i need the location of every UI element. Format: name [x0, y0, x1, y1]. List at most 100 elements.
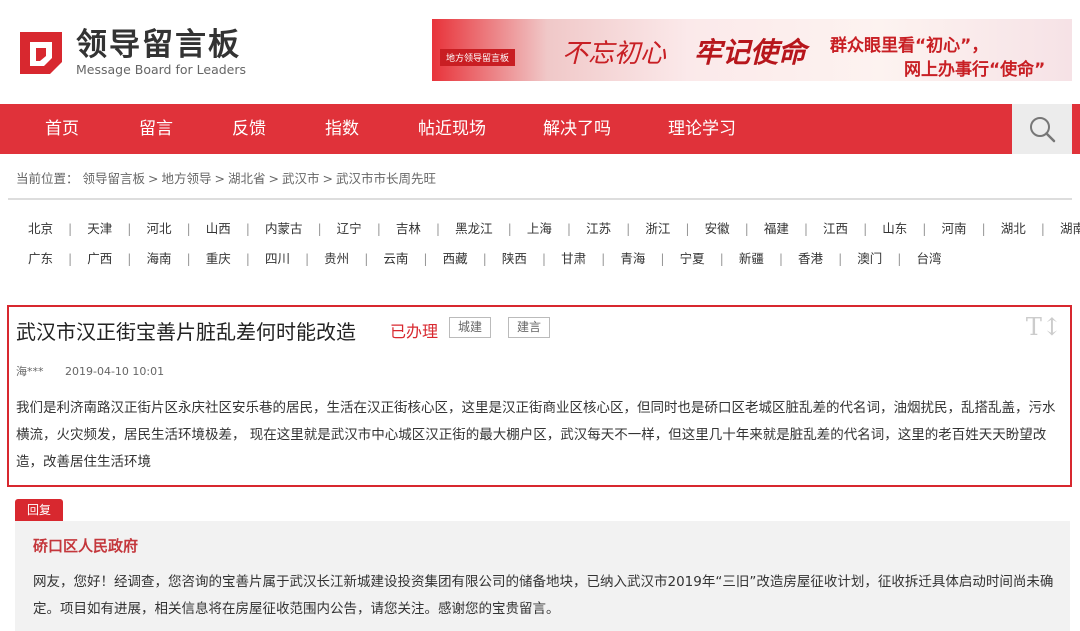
banner-badge: 地方领导留言板: [440, 49, 516, 66]
region-separator: |: [127, 251, 132, 266]
message-author: 海***: [16, 365, 44, 378]
site-logo[interactable]: 领导留言板 Message Board for Leaders: [16, 28, 246, 78]
banner-slogan-b: 牢记使命: [694, 36, 807, 69]
region-link[interactable]: 云南: [383, 248, 408, 270]
nav-item-feedback[interactable]: 反馈: [232, 104, 266, 154]
region-separator: |: [186, 221, 191, 236]
region-separator: |: [897, 251, 902, 266]
nav-item-onsite[interactable]: 帖近现场: [418, 104, 486, 154]
region-link[interactable]: 吉林: [396, 218, 421, 240]
region-separator: |: [626, 221, 631, 236]
breadcrumb-link[interactable]: 领导留言板: [83, 171, 146, 186]
message-title: 武汉市汉正街宝善片脏乱差何时能改造: [16, 320, 356, 344]
nav-item-theory[interactable]: 理论学习: [668, 104, 736, 154]
region-link[interactable]: 青海: [620, 248, 645, 270]
tag-urban-construction[interactable]: 城建: [449, 317, 492, 338]
region-row: 广东 | 广西 | 海南 | 重庆 | 四川 | 贵州 | 云南 | 西藏 | 陕西 | 甘肃 | 青海 | 宁夏 | 新疆 | 香…: [28, 248, 1078, 278]
tag-suggestion[interactable]: 建言: [508, 317, 551, 338]
region-separator: |: [778, 251, 784, 266]
region-separator: |: [685, 221, 690, 236]
region-separator: |: [601, 251, 606, 266]
region-separator: |: [435, 221, 441, 236]
region-separator: |: [660, 251, 665, 266]
region-link[interactable]: 北京: [28, 218, 53, 240]
region-link[interactable]: 陕西: [502, 248, 527, 270]
region-link[interactable]: 西藏: [443, 248, 468, 270]
region-link[interactable]: 福建: [764, 218, 789, 240]
region-link[interactable]: 上海: [527, 218, 552, 240]
region-link[interactable]: 广东: [28, 248, 53, 270]
region-link[interactable]: 新疆: [739, 248, 764, 270]
region-link[interactable]: 安徽: [705, 218, 730, 240]
breadcrumb-link[interactable]: 地方领导: [162, 171, 212, 186]
region-separator: |: [376, 221, 381, 236]
campaign-banner[interactable]: 地方领导留言板 不忘初心 牢记使命 群众眼里看“初心”， 网上办事行“使命”: [432, 19, 1072, 81]
font-size-toggle-icon[interactable]: T↕: [1026, 313, 1062, 341]
region-separator: |: [838, 251, 843, 266]
region-link[interactable]: 广西: [87, 248, 112, 270]
region-link[interactable]: 内蒙古: [265, 218, 303, 240]
region-separator: |: [922, 221, 927, 236]
banner-line-1: 群众眼里看“初心”，: [830, 36, 989, 56]
region-separator: |: [566, 221, 572, 236]
region-link[interactable]: 香港: [798, 248, 823, 270]
breadcrumb: 当前位置： 领导留言板 > 地方领导 > 湖北省 > 武汉市 > 武汉市市长周先旺: [16, 171, 437, 186]
region-link[interactable]: 山西: [206, 218, 231, 240]
region-link[interactable]: 江西: [823, 218, 848, 240]
region-separator: |: [863, 221, 868, 236]
region-separator: |: [364, 251, 369, 266]
region-link[interactable]: 河北: [146, 218, 171, 240]
region-separator: |: [803, 221, 809, 236]
nav-item-home[interactable]: 首页: [45, 104, 79, 154]
logo-mark-icon: [16, 28, 66, 78]
breadcrumb-current[interactable]: 武汉市市长周先旺: [336, 171, 436, 186]
breadcrumb-link[interactable]: 湖北省: [228, 171, 266, 186]
region-link[interactable]: 辽宁: [337, 218, 362, 240]
region-row: 北京 | 天津 | 河北 | 山西 | 内蒙古 | 辽宁 | 吉林 | 黑龙江 | 上海 | 江苏 | 浙江 | 安徽 | 福建…: [28, 218, 1080, 248]
region-separator: |: [981, 221, 986, 236]
message-card: 武汉市汉正街宝善片脏乱差何时能改造 已办理 城建 建言 T↕ 海*** 2019…: [7, 305, 1072, 487]
region-separator: |: [541, 251, 547, 266]
search-icon: [1030, 117, 1056, 143]
region-link[interactable]: 浙江: [645, 218, 670, 240]
region-separator: |: [317, 221, 322, 236]
region-link[interactable]: 海南: [146, 248, 171, 270]
message-body: 我们是利济南路汉正街片区永庆社区安乐巷的居民，生活在汉正街核心区，这里是汉正街商…: [16, 400, 1056, 470]
search-button[interactable]: [1012, 104, 1072, 154]
region-link[interactable]: 澳门: [857, 248, 882, 270]
region-link[interactable]: 江苏: [586, 218, 611, 240]
region-separator: |: [304, 251, 310, 266]
reply-box: 硚口区人民政府 网友，您好！经调查，您咨询的宝善片属于武汉长江新城建设投资集团有…: [15, 521, 1070, 631]
region-link[interactable]: 黑龙江: [455, 218, 493, 240]
nav-item-index[interactable]: 指数: [325, 104, 359, 154]
main-nav: 首页 留言 反馈 指数 帖近现场 解决了吗 理论学习: [0, 104, 1080, 154]
breadcrumb-link[interactable]: 武汉市: [282, 171, 320, 186]
region-link[interactable]: 甘肃: [561, 248, 586, 270]
region-separator: |: [719, 251, 724, 266]
nav-item-message[interactable]: 留言: [139, 104, 173, 154]
region-link[interactable]: 台湾: [917, 248, 942, 270]
reply-org: 硚口区人民政府: [33, 537, 139, 555]
region-separator: |: [423, 251, 428, 266]
region-separator: |: [245, 221, 250, 236]
region-link[interactable]: 河南: [942, 218, 967, 240]
region-link[interactable]: 湖北: [1001, 218, 1026, 240]
region-link[interactable]: 宁夏: [680, 248, 705, 270]
nav-item-resolved[interactable]: 解决了吗: [543, 104, 611, 154]
region-link[interactable]: 天津: [87, 218, 112, 240]
message-meta: 海*** 2019-04-10 10:01: [16, 363, 164, 379]
region-link[interactable]: 四川: [265, 248, 290, 270]
divider: [8, 198, 1072, 200]
region-list: 北京 | 天津 | 河北 | 山西 | 内蒙古 | 辽宁 | 吉林 | 黑龙江 | 上海 | 江苏 | 浙江 | 安徽 | 福建…: [28, 218, 1080, 278]
breadcrumb-prefix: 当前位置：: [16, 171, 79, 186]
region-separator: |: [744, 221, 749, 236]
reply-body: 网友，您好！经调查，您咨询的宝善片属于武汉长江新城建设投资集团有限公司的储备地块…: [33, 574, 1054, 617]
region-separator: |: [507, 221, 512, 236]
region-link[interactable]: 山东: [882, 218, 907, 240]
region-separator: |: [1040, 221, 1045, 236]
region-link[interactable]: 重庆: [206, 248, 231, 270]
region-separator: |: [186, 251, 191, 266]
reply-label: 回复: [15, 499, 64, 521]
region-link[interactable]: 湖南: [1060, 218, 1080, 240]
region-link[interactable]: 贵州: [324, 248, 349, 270]
